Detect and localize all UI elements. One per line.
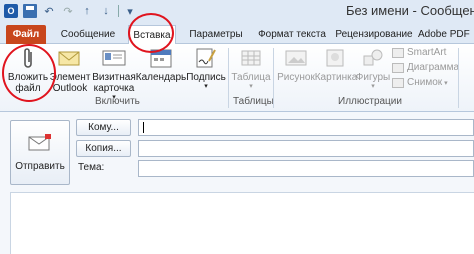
- tab-options[interactable]: Параметры: [181, 25, 251, 44]
- table-button[interactable]: Таблица ▾: [231, 46, 271, 90]
- screenshot-label: Снимок: [407, 77, 443, 88]
- picture-icon: [283, 46, 309, 70]
- annotation-circle-insert-tab: [128, 13, 174, 53]
- up-arrow-icon[interactable]: ↑: [80, 4, 94, 18]
- qat-separator: [118, 5, 119, 17]
- business-card-button[interactable]: Визитная карточка ▾: [91, 46, 137, 101]
- down-arrow-icon[interactable]: ↓: [99, 4, 113, 18]
- signature-label: Подпись: [186, 72, 226, 83]
- clip-art-icon: [323, 46, 349, 70]
- group-separator: [273, 48, 274, 108]
- group-separator: [458, 48, 459, 108]
- annotation-circle-attach-file: [2, 44, 56, 102]
- chart-button[interactable]: Диаграмма: [392, 62, 459, 73]
- tab-file[interactable]: Файл: [6, 25, 46, 44]
- picture-label: Рисунок: [277, 72, 315, 83]
- include-group-label: Включить: [95, 96, 140, 107]
- chart-icon: [392, 62, 404, 73]
- subject-label: Тема:: [78, 162, 105, 173]
- cc-button[interactable]: Копия...: [76, 140, 131, 157]
- chart-label: Диаграмма: [407, 62, 460, 73]
- table-icon: [238, 46, 264, 70]
- clip-art-button[interactable]: Картинка: [314, 46, 358, 83]
- table-label: Таблица: [231, 72, 271, 83]
- to-button[interactable]: Кому...: [76, 119, 131, 136]
- cc-field[interactable]: [138, 140, 474, 157]
- table-dropdown-icon: ▾: [249, 83, 253, 90]
- picture-button[interactable]: Рисунок: [276, 46, 316, 83]
- signature-icon: [193, 46, 219, 70]
- message-body[interactable]: [10, 192, 474, 254]
- tab-adobe-pdf[interactable]: Adobe PDF: [416, 25, 474, 44]
- text-cursor: [143, 122, 144, 133]
- subject-field[interactable]: [138, 160, 474, 177]
- group-separator: [228, 48, 229, 108]
- envelope-icon: [57, 46, 83, 70]
- shapes-icon: [360, 46, 386, 70]
- ribbon: Вложить файл Элемент Outlook Визитная ка…: [0, 44, 474, 112]
- tab-review[interactable]: Рецензирование: [334, 25, 414, 44]
- business-card-label: Визитная карточка: [92, 72, 136, 94]
- outlook-item-button[interactable]: Элемент Outlook: [50, 46, 90, 94]
- smartart-icon: [392, 47, 404, 58]
- smartart-button[interactable]: SmartArt: [392, 47, 446, 58]
- screenshot-button[interactable]: Снимок ▾: [392, 77, 448, 88]
- to-field[interactable]: [138, 119, 474, 136]
- title-bar: O ↶ ↷ ↑ ↓ ▾ Без имени - Сообщение: [0, 0, 474, 22]
- clip-art-label: Картинка: [314, 72, 358, 83]
- send-button[interactable]: Отправить: [10, 120, 70, 185]
- tab-format-text[interactable]: Формат текста: [252, 25, 332, 44]
- calendar-label: Календарь: [135, 72, 187, 83]
- quick-access-toolbar: O ↶ ↷ ↑ ↓ ▾: [4, 3, 142, 19]
- outlook-logo-icon[interactable]: O: [4, 4, 18, 18]
- illustrations-group-label: Иллюстрации: [338, 96, 402, 107]
- redo-icon[interactable]: ↷: [61, 4, 75, 18]
- smartart-label: SmartArt: [407, 47, 447, 58]
- screenshot-icon: [392, 77, 404, 88]
- customize-icon[interactable]: ▾: [123, 4, 137, 18]
- business-card-icon: [101, 46, 127, 70]
- shapes-label: Фигуры: [355, 72, 391, 83]
- send-label: Отправить: [15, 161, 65, 172]
- shapes-dropdown-icon: ▾: [371, 83, 375, 90]
- signature-button[interactable]: Подпись ▾: [186, 46, 226, 90]
- shapes-button[interactable]: Фигуры ▾: [355, 46, 391, 90]
- send-envelope-icon: [27, 133, 53, 153]
- save-icon[interactable]: [23, 4, 37, 18]
- window-title: Без имени - Сообщение: [346, 3, 474, 18]
- ribbon-tabs: Файл Сообщение Вставка Параметры Формат …: [0, 22, 474, 45]
- tab-message[interactable]: Сообщение: [52, 25, 124, 44]
- undo-icon[interactable]: ↶: [42, 4, 56, 18]
- screenshot-dropdown-icon: ▾: [444, 79, 448, 87]
- signature-dropdown-icon: ▾: [204, 83, 208, 90]
- tables-group-label: Таблицы: [233, 96, 274, 107]
- compose-area: Отправить Кому... Копия... Тема:: [0, 112, 474, 254]
